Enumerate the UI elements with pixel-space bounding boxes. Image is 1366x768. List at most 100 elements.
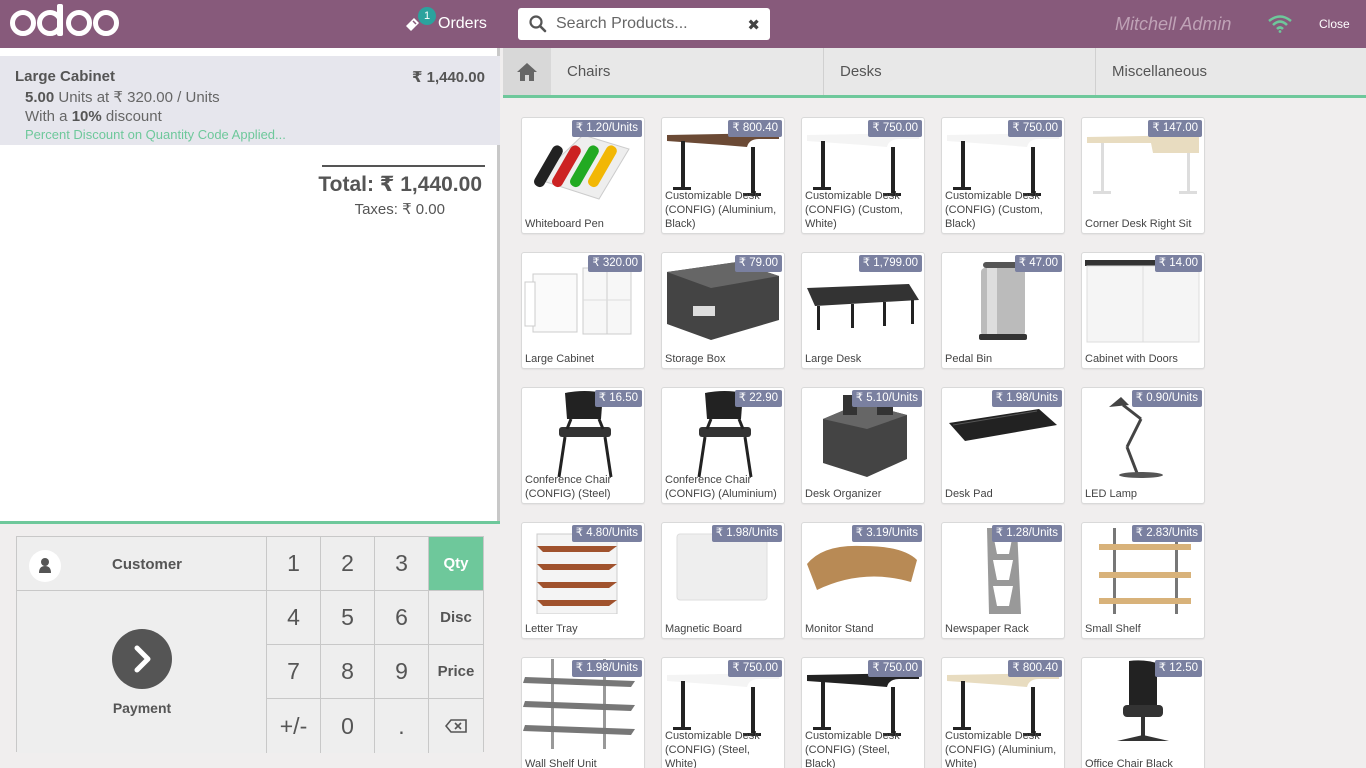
product-card[interactable]: ₹ 1.98/Units Desk Pad (941, 387, 1065, 504)
product-name: Pedal Bin (945, 353, 993, 365)
product-name: Large Cabinet (525, 353, 595, 365)
product-name: Corner Desk Right Sit (1085, 218, 1192, 230)
product-name: LED Lamp (1085, 488, 1137, 500)
search-input[interactable] (556, 15, 736, 33)
product-price-tag: ₹ 147.00 (1148, 120, 1202, 137)
key-5[interactable]: 5 (321, 591, 375, 645)
product-name: Desk Pad (945, 488, 993, 500)
category-miscellaneous[interactable]: Miscellaneous (1096, 48, 1366, 95)
cashier-name[interactable]: Mitchell Admin (1115, 14, 1231, 35)
product-price-tag: ₹ 1.20/Units (571, 120, 642, 137)
order-total: Total: ₹ 1,440.00 (318, 173, 482, 196)
product-card[interactable]: ₹ 12.50 Office Chair Black (1081, 657, 1205, 768)
search-box: ✖ (518, 8, 770, 40)
order-line-name: Large Cabinet (15, 68, 116, 85)
price-mode-button[interactable]: Price (429, 645, 483, 699)
category-chairs[interactable]: Chairs (551, 48, 824, 95)
product-card[interactable]: ₹ 800.40 Customizable Desk (CONFIG) (Alum… (661, 117, 785, 234)
key-9[interactable]: 9 (375, 645, 429, 699)
key-6[interactable]: 6 (375, 591, 429, 645)
product-card[interactable]: ₹ 16.50 Conference Chair (CONFIG) (Steel) (521, 387, 645, 504)
product-card[interactable]: ₹ 5.10/Units Desk Organizer (801, 387, 925, 504)
product-card[interactable]: ₹ 750.00 Customizable Desk (CONFIG) (Cust… (941, 117, 1065, 234)
product-name: Wall Shelf Unit (525, 758, 597, 768)
product-price-tag: ₹ 750.00 (868, 120, 922, 137)
product-name: Customizable Desk (CONFIG) (Aluminium, W… (945, 730, 1057, 768)
plus-minus-button[interactable]: +/- (267, 699, 321, 753)
discount-suffix: discount (105, 108, 162, 125)
key-2[interactable]: 2 (321, 537, 375, 591)
product-card[interactable]: ₹ 1.28/Units Newspaper Rack (941, 522, 1065, 639)
user-icon (29, 550, 61, 582)
product-price-tag: ₹ 3.19/Units (851, 525, 922, 542)
key-0[interactable]: 0 (321, 699, 375, 753)
product-card[interactable]: ₹ 1.20/Units Whiteboard Pen (521, 117, 645, 234)
clear-search-icon[interactable]: ✖ (747, 16, 760, 34)
product-card[interactable]: ₹ 1.98/Units Magnetic Board (661, 522, 785, 639)
product-card[interactable]: ₹ 22.90 Conference Chair (CONFIG) (Alumin… (661, 387, 785, 504)
product-card[interactable]: ₹ 750.00 Customizable Desk (CONFIG) (Cust… (801, 117, 925, 234)
product-card[interactable]: ₹ 750.00 Customizable Desk (CONFIG) (Stee… (661, 657, 785, 768)
product-card[interactable]: ₹ 320.00 Large Cabinet (521, 252, 645, 369)
product-name: Small Shelf (1085, 623, 1141, 635)
product-card[interactable]: ₹ 14.00 Cabinet with Doors (1081, 252, 1205, 369)
product-card[interactable]: ₹ 750.00 Customizable Desk (CONFIG) (Stee… (801, 657, 925, 768)
category-bar: Chairs Desks Miscellaneous (503, 48, 1366, 98)
customer-button[interactable]: Customer (17, 537, 267, 591)
product-name: Customizable Desk (CONFIG) (Custom, Blac… (945, 190, 1043, 230)
product-price-tag: ₹ 1.28/Units (991, 525, 1062, 542)
home-category-button[interactable] (503, 48, 551, 95)
orders-button[interactable]: 1 Orders (404, 7, 487, 38)
ticket-icon: 1 (404, 7, 436, 33)
product-price-tag: ₹ 0.90/Units (1131, 390, 1202, 407)
product-card[interactable]: ₹ 147.00 Corner Desk Right Sit (1081, 117, 1205, 234)
key-1[interactable]: 1 (267, 537, 321, 591)
key-7[interactable]: 7 (267, 645, 321, 699)
product-card[interactable]: ₹ 1.98/Units Wall Shelf Unit (521, 657, 645, 768)
backspace-icon (445, 719, 467, 733)
product-name: Large Desk (805, 353, 862, 365)
product-card[interactable]: ₹ 1,799.00 Large Desk (801, 252, 925, 369)
product-price-tag: ₹ 12.50 (1154, 660, 1202, 677)
key-3[interactable]: 3 (375, 537, 429, 591)
product-card[interactable]: ₹ 47.00 Pedal Bin (941, 252, 1065, 369)
orders-count-badge: 1 (418, 7, 436, 25)
order-line[interactable]: Large Cabinet ₹ 1,440.00 5.00 Units at ₹… (0, 56, 500, 145)
product-price-tag: ₹ 16.50 (594, 390, 642, 407)
key-8[interactable]: 8 (321, 645, 375, 699)
summary-divider (322, 165, 485, 167)
order-line-qty: 5.00 (25, 89, 55, 106)
product-price-tag: ₹ 5.10/Units (851, 390, 922, 407)
top-bar: 1 Orders ✖ Mitchell Admin Close (0, 0, 1366, 48)
product-name: Customizable Desk (CONFIG) (Steel, Black… (805, 730, 900, 768)
backspace-button[interactable] (429, 699, 483, 753)
product-card[interactable]: ₹ 800.40 Customizable Desk (CONFIG) (Alum… (941, 657, 1065, 768)
category-desks[interactable]: Desks (824, 48, 1096, 95)
order-line-discount: With a 10% discount (25, 108, 162, 125)
product-card[interactable]: ₹ 2.83/Units Small Shelf (1081, 522, 1205, 639)
product-price-tag: ₹ 800.40 (1008, 660, 1062, 677)
decimal-button[interactable]: . (375, 699, 429, 753)
product-price-tag: ₹ 1.98/Units (711, 525, 782, 542)
product-name: Letter Tray (525, 623, 578, 635)
order-line-quantity: 5.00 Units at ₹ 320.00 / Units (25, 88, 220, 106)
key-4[interactable]: 4 (267, 591, 321, 645)
product-name: Newspaper Rack (945, 623, 1029, 635)
product-card[interactable]: ₹ 4.80/Units Letter Tray (521, 522, 645, 639)
product-card[interactable]: ₹ 3.19/Units Monitor Stand (801, 522, 925, 639)
payment-button[interactable]: Payment (17, 591, 267, 753)
product-card[interactable]: ₹ 79.00 Storage Box (661, 252, 785, 369)
order-line-price: ₹ 1,440.00 (412, 69, 485, 86)
product-name: Magnetic Board (665, 623, 743, 635)
order-taxes: Taxes: ₹ 0.00 (354, 201, 445, 218)
product-name: Customizable Desk (CONFIG) (Aluminium, B… (665, 190, 777, 230)
disc-mode-button[interactable]: Disc (429, 591, 483, 645)
orders-label: Orders (438, 15, 487, 32)
chevron-right-icon (112, 629, 172, 689)
product-card[interactable]: ₹ 0.90/Units LED Lamp (1081, 387, 1205, 504)
control-panel: Customer Payment 1 2 3 Qty 4 5 6 Disc 7 8 9 Price +/… (0, 521, 500, 768)
close-button[interactable]: Close (1319, 17, 1350, 31)
product-price-tag: ₹ 750.00 (868, 660, 922, 677)
qty-mode-button[interactable]: Qty (429, 537, 483, 591)
product-price-tag: ₹ 2.83/Units (1131, 525, 1202, 542)
